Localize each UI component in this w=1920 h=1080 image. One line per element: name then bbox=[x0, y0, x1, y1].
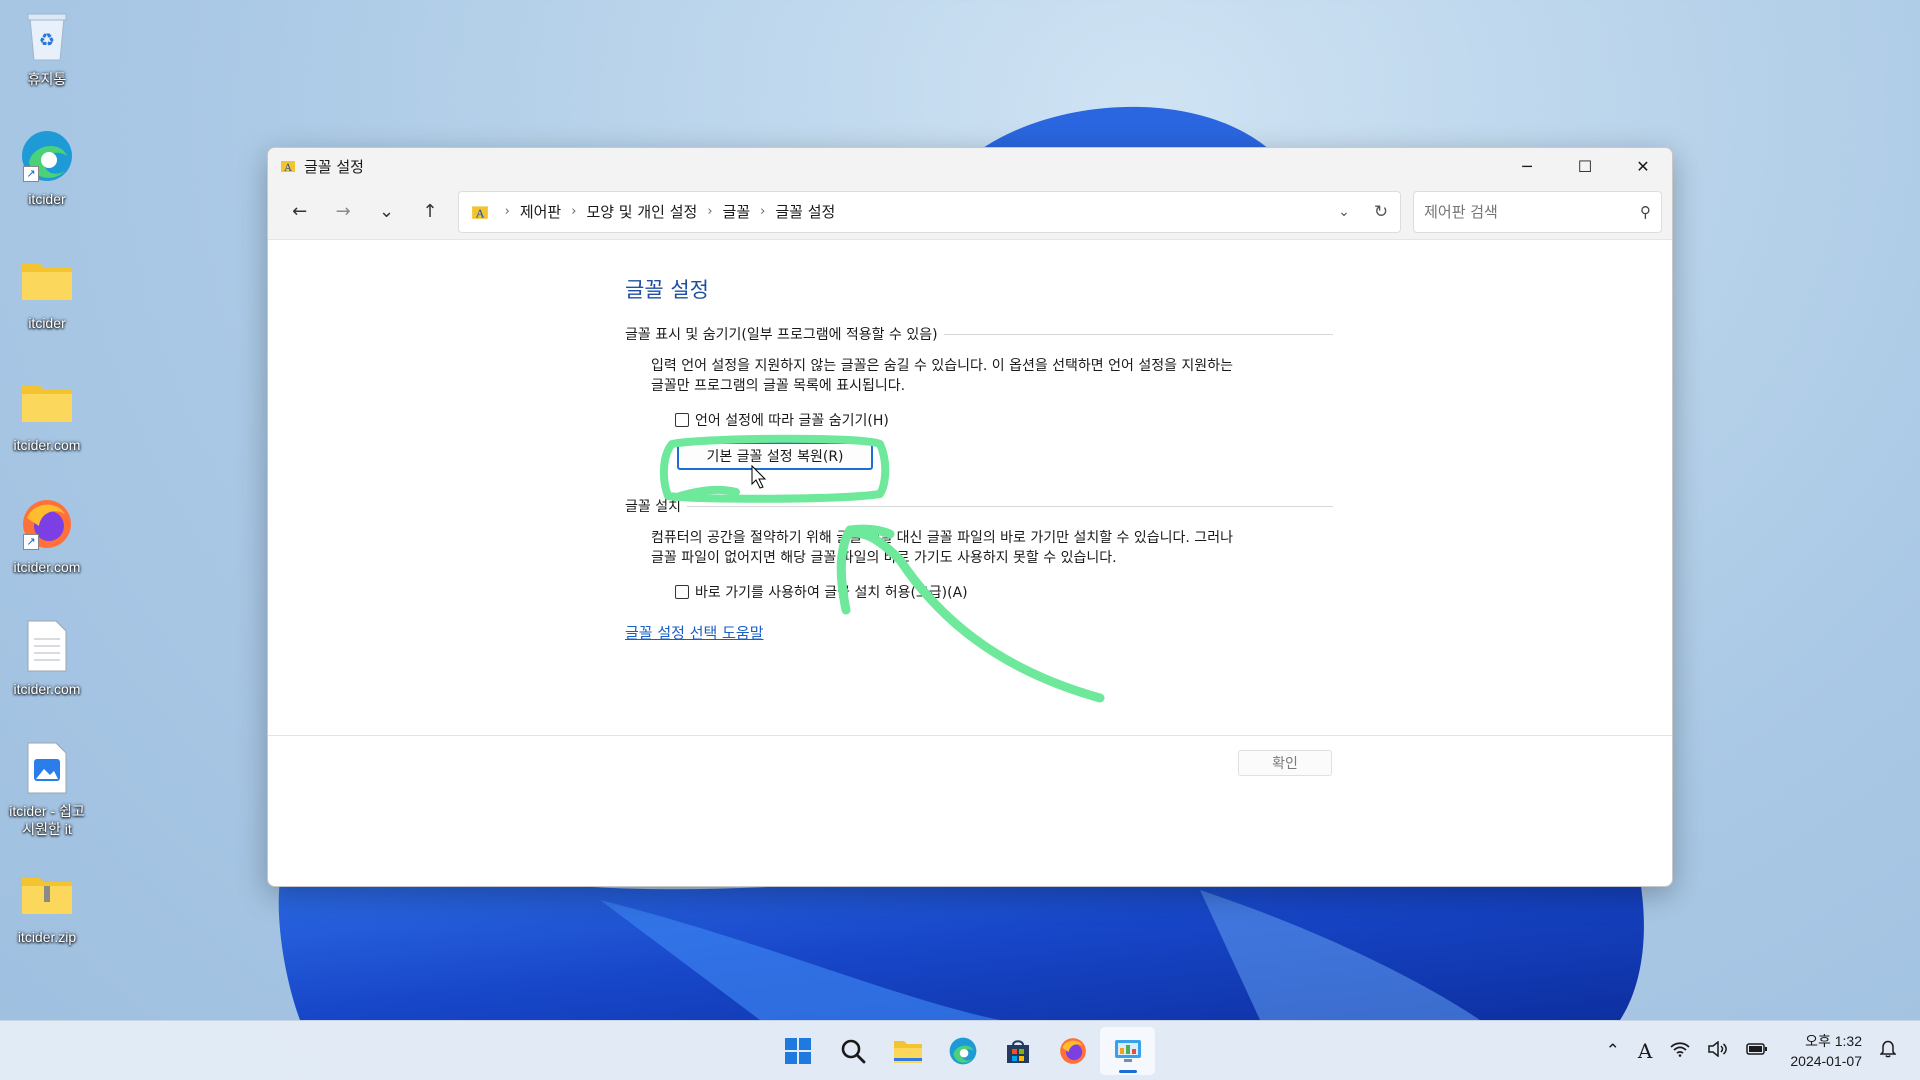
control-panel-icon[interactable] bbox=[1100, 1027, 1155, 1075]
desktop-icon-label: 휴지통 bbox=[27, 71, 67, 87]
desktop-icon-recycle-bin[interactable]: ♻ 휴지통 bbox=[4, 8, 90, 88]
chevron-right-icon: › bbox=[504, 204, 510, 219]
search-input[interactable] bbox=[1424, 202, 1625, 221]
chevron-right-icon: › bbox=[707, 204, 713, 219]
recent-locations-button[interactable]: ⌄ bbox=[365, 192, 408, 232]
navigation-bar: ← → ⌄ ↑ A › 제어판 › 모양 및 개인 설정 › 글꼴 › 글꼴 설… bbox=[268, 184, 1672, 240]
search-box[interactable]: ⚲ bbox=[1413, 190, 1662, 233]
chevron-up-icon[interactable]: ⌃ bbox=[1606, 1041, 1620, 1061]
section-header: 글꼴 설치 bbox=[625, 496, 1333, 516]
text-file-icon bbox=[19, 618, 75, 674]
window-controls: ─ ☐ ✕ bbox=[1498, 148, 1672, 184]
svg-text:♻: ♻ bbox=[39, 30, 55, 51]
ime-indicator[interactable]: A bbox=[1638, 1039, 1652, 1063]
edge-icon: ↗ bbox=[19, 128, 75, 184]
chevron-right-icon: › bbox=[571, 204, 577, 219]
desktop-icon-zip[interactable]: itcider.zip bbox=[4, 866, 90, 946]
folder-icon bbox=[19, 252, 75, 308]
refresh-icon[interactable]: ↻ bbox=[1374, 202, 1388, 222]
desktop-icon-firefox[interactable]: ↗ itcider.com bbox=[4, 496, 90, 576]
description-line: 글꼴만 프로그램의 글꼴 목록에 표시됩니다. bbox=[651, 378, 906, 394]
taskbar-apps bbox=[770, 1021, 1155, 1080]
desktop-icon-label: itcider.zip bbox=[17, 929, 77, 945]
chevron-down-icon[interactable]: ⌄ bbox=[1338, 204, 1350, 220]
section-header: 글꼴 표시 및 숨기기(일부 프로그램에 적용할 수 있음) bbox=[625, 324, 1333, 344]
zip-folder-icon bbox=[19, 866, 75, 922]
divider bbox=[686, 505, 1333, 507]
font-settings-help-link[interactable]: 글꼴 설정 선택 도움말 bbox=[625, 622, 764, 643]
firefox-icon: ↗ bbox=[19, 496, 75, 552]
taskbar: ⌃ A 오후 1:32 2024-01-07 bbox=[0, 1020, 1920, 1080]
font-settings-window: A 글꼴 설정 ─ ☐ ✕ ← → ⌄ ↑ A › 제어판 › 모양 및 개인 … bbox=[267, 147, 1673, 887]
checkbox-label[interactable]: 바로 가기를 사용하여 글꼴 설치 허용(고급)(A) bbox=[695, 582, 968, 602]
store-icon[interactable] bbox=[990, 1027, 1045, 1075]
breadcrumb-item[interactable]: 모양 및 개인 설정 bbox=[586, 201, 697, 222]
section-title: 글꼴 표시 및 숨기기(일부 프로그램에 적용할 수 있음) bbox=[625, 327, 938, 343]
font-folder-icon: A bbox=[281, 161, 295, 174]
section-description: 입력 언어 설정을 지원하지 않는 글꼴은 숨길 수 있습니다. 이 옵션을 선… bbox=[651, 356, 1333, 396]
divider bbox=[943, 333, 1333, 335]
allow-shortcut-install-checkbox-row[interactable]: 바로 가기를 사용하여 글꼴 설치 허용(고급)(A) bbox=[675, 582, 1333, 602]
edge-icon[interactable] bbox=[935, 1027, 990, 1075]
checkbox-label[interactable]: 언어 설정에 따라 글꼴 숨기기(H) bbox=[695, 410, 889, 430]
desktop-icon-label: itcider bbox=[28, 191, 66, 207]
forward-button[interactable]: → bbox=[321, 192, 364, 232]
section-description: 컴퓨터의 공간을 절약하기 위해 글꼴 파일 대신 글꼴 파일의 바로 가기만 … bbox=[651, 528, 1333, 568]
svg-text:A: A bbox=[283, 163, 292, 174]
image-file-icon bbox=[19, 740, 75, 796]
allow-shortcut-install-checkbox[interactable] bbox=[675, 585, 689, 599]
clock-date: 2024-01-07 bbox=[1790, 1053, 1862, 1069]
desktop-icon-edge[interactable]: ↗ itcider bbox=[4, 128, 90, 208]
firefox-icon[interactable] bbox=[1045, 1027, 1100, 1075]
title-bar[interactable]: A 글꼴 설정 ─ ☐ ✕ bbox=[268, 148, 1672, 184]
file-explorer-icon[interactable] bbox=[880, 1027, 935, 1075]
system-tray: ⌃ A 오후 1:32 2024-01-07 bbox=[1588, 1021, 1897, 1080]
clock[interactable]: 오후 1:32 2024-01-07 bbox=[1790, 1031, 1862, 1071]
search-icon[interactable]: ⚲ bbox=[1640, 203, 1651, 221]
search-icon[interactable] bbox=[825, 1027, 880, 1075]
desktop-icon-label: itcider - 쉽고 시원한 it bbox=[9, 803, 85, 837]
desktop-icon-text-file[interactable]: itcider.com bbox=[4, 618, 90, 698]
address-bar[interactable]: A › 제어판 › 모양 및 개인 설정 › 글꼴 › 글꼴 설정 ⌄ ↻ bbox=[457, 190, 1402, 233]
desktop-icon-image-file[interactable]: itcider - 쉽고 시원한 it bbox=[4, 740, 90, 838]
breadcrumb-item[interactable]: 제어판 bbox=[520, 201, 561, 222]
desktop-icon-label: itcider.com bbox=[13, 437, 81, 453]
description-line: 글꼴 파일이 없어지면 해당 글꼴 파일의 바로 가기도 사용하지 못할 수 있… bbox=[651, 550, 1117, 566]
chevron-right-icon: › bbox=[760, 204, 766, 219]
desktop-icon-label: itcider.com bbox=[13, 681, 81, 697]
desktop-icon-folder[interactable]: itcider.com bbox=[4, 374, 90, 454]
folder-icon bbox=[19, 374, 75, 430]
breadcrumb-item[interactable]: 글꼴 설정 bbox=[775, 201, 835, 222]
close-button[interactable]: ✕ bbox=[1614, 148, 1672, 184]
dialog-footer: 확인 bbox=[268, 735, 1672, 886]
wifi-icon[interactable] bbox=[1670, 1041, 1691, 1062]
minimize-button[interactable]: ─ bbox=[1498, 148, 1556, 184]
restore-default-font-settings-button[interactable]: 기본 글꼴 설정 복원(R) bbox=[677, 442, 873, 470]
volume-icon[interactable] bbox=[1708, 1039, 1728, 1062]
recycle-bin-icon: ♻ bbox=[19, 8, 75, 64]
description-line: 컴퓨터의 공간을 절약하기 위해 글꼴 파일 대신 글꼴 파일의 바로 가기만 … bbox=[651, 530, 1233, 546]
ok-button[interactable]: 확인 bbox=[1238, 750, 1332, 776]
notification-icon[interactable] bbox=[1879, 1040, 1897, 1063]
desktop-icon-folder[interactable]: itcider bbox=[4, 252, 90, 332]
back-button[interactable]: ← bbox=[278, 192, 321, 232]
font-settings-content: 글꼴 설정 글꼴 표시 및 숨기기(일부 프로그램에 적용할 수 있음) 입력 … bbox=[625, 274, 1333, 643]
desktop-icon-label: itcider bbox=[28, 315, 66, 331]
windows-start-icon[interactable] bbox=[770, 1027, 825, 1075]
description-line: 입력 언어 설정을 지원하지 않는 글꼴은 숨길 수 있습니다. 이 옵션을 선… bbox=[651, 358, 1233, 374]
hide-fonts-checkbox[interactable] bbox=[675, 413, 689, 427]
window-title: 글꼴 설정 bbox=[304, 157, 364, 176]
hide-fonts-checkbox-row[interactable]: 언어 설정에 따라 글꼴 숨기기(H) bbox=[675, 410, 1333, 430]
section-title: 글꼴 설치 bbox=[625, 499, 681, 515]
up-button[interactable]: ↑ bbox=[408, 192, 451, 232]
svg-text:A: A bbox=[475, 207, 485, 220]
breadcrumb-item[interactable]: 글꼴 bbox=[723, 201, 751, 222]
maximize-button[interactable]: ☐ bbox=[1556, 148, 1614, 184]
clock-time: 오후 1:32 bbox=[1805, 1033, 1862, 1049]
battery-icon[interactable] bbox=[1746, 1041, 1768, 1061]
desktop-icon-label: itcider.com bbox=[13, 559, 81, 575]
font-folder-icon: A bbox=[471, 205, 488, 220]
page-title: 글꼴 설정 bbox=[625, 278, 709, 302]
